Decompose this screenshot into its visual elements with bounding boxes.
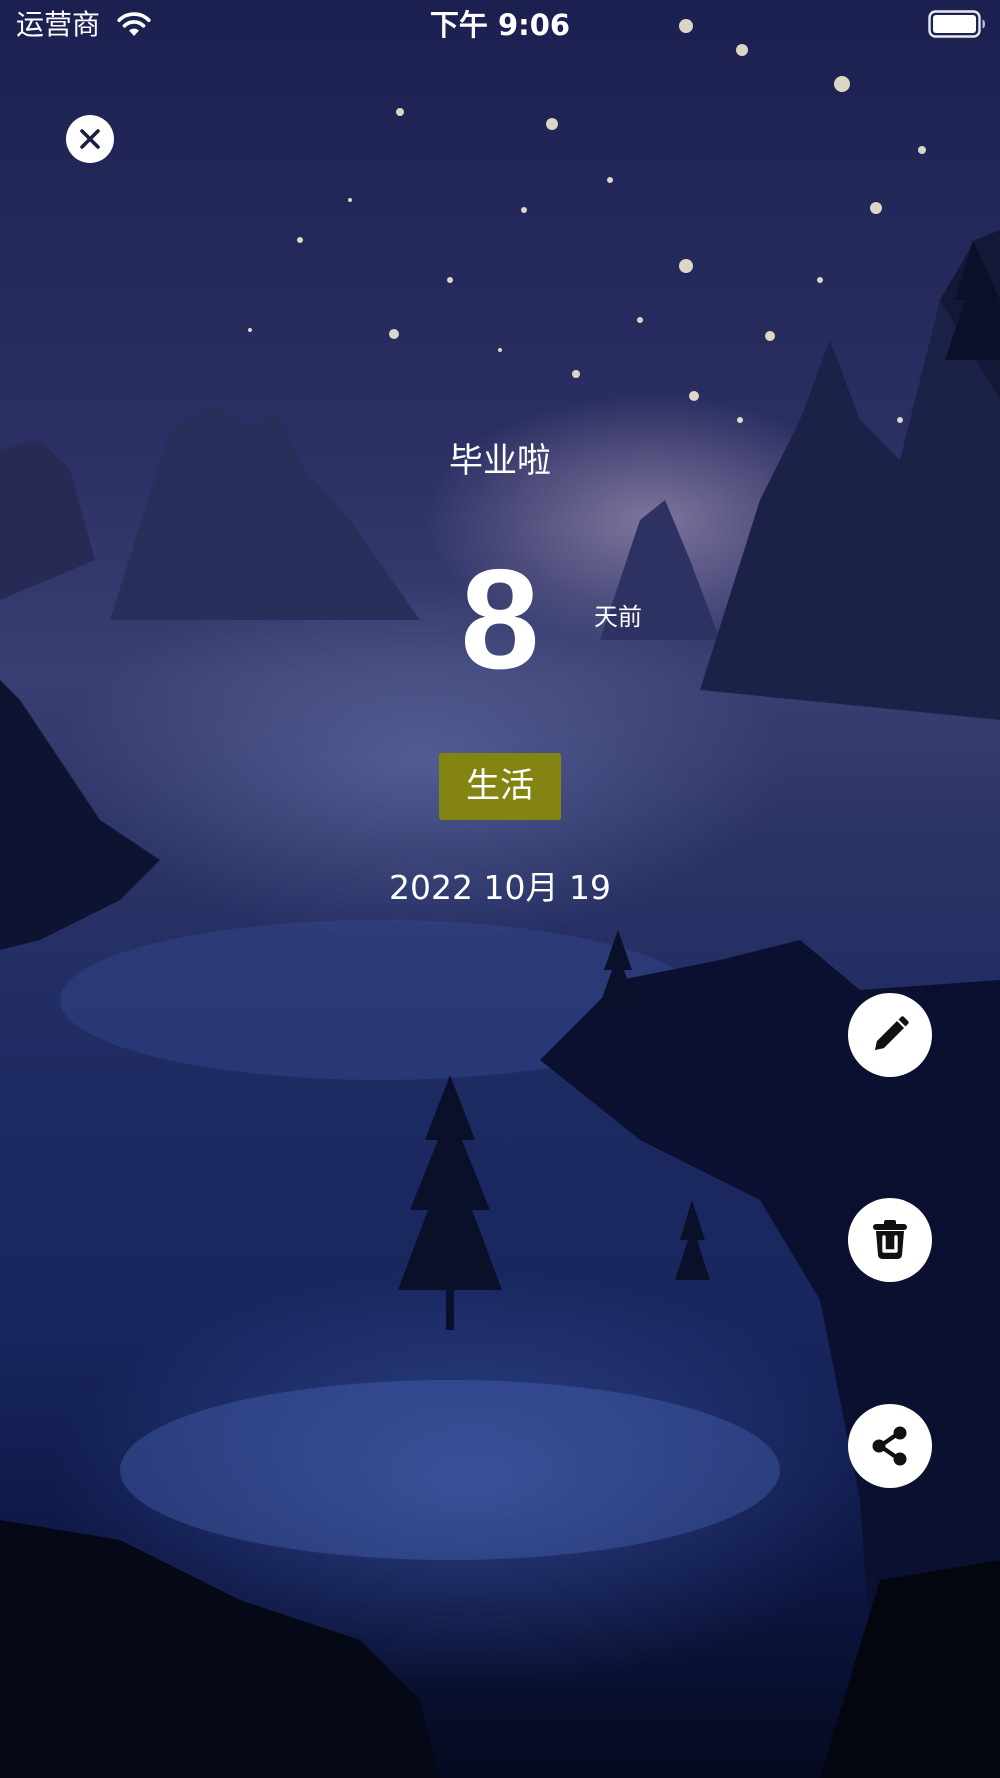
event-title: 毕业啦 bbox=[449, 441, 551, 481]
battery-icon bbox=[928, 10, 985, 38]
share-icon bbox=[872, 1426, 907, 1466]
share-button[interactable] bbox=[848, 1404, 932, 1488]
days-unit-label: 天前 bbox=[594, 603, 642, 631]
close-button[interactable] bbox=[66, 115, 114, 163]
category-badge: 生活 bbox=[439, 753, 561, 820]
status-time: 下午 9:06 bbox=[429, 8, 571, 42]
close-icon bbox=[80, 129, 100, 149]
countdown-detail-screen: 运营商 下午 9:06 毕业啦 8 天前 生活 2022 10月 19 bbox=[0, 0, 1000, 1778]
pencil-icon bbox=[875, 1016, 909, 1050]
edit-button[interactable] bbox=[848, 993, 932, 1077]
days-count: 8 bbox=[460, 540, 540, 699]
trash-icon bbox=[873, 1220, 907, 1259]
delete-button[interactable] bbox=[848, 1198, 932, 1282]
event-date: 2022 10月 19 bbox=[389, 868, 611, 907]
status-bar: 运营商 下午 9:06 bbox=[0, 0, 1000, 50]
